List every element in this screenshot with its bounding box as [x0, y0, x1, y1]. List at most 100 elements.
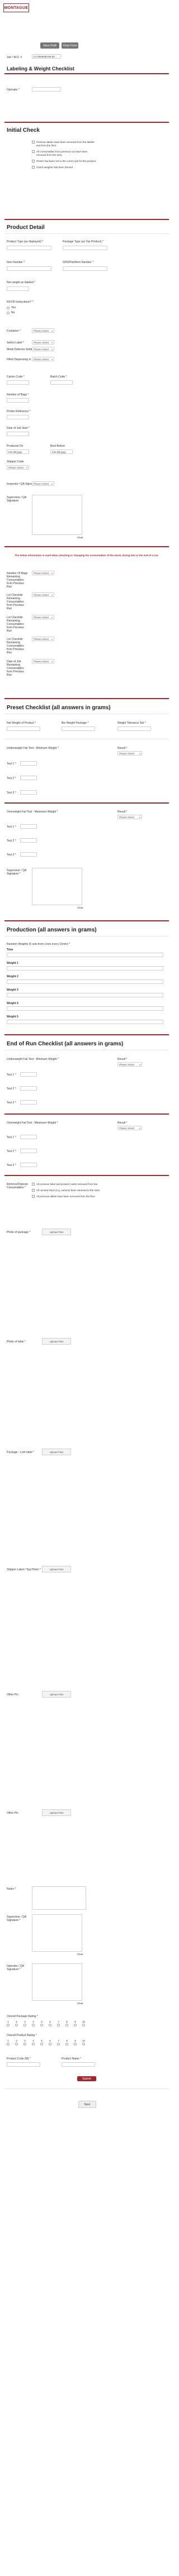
printer-reference-field[interactable] [7, 415, 29, 419]
weight-field[interactable] [7, 1006, 163, 1011]
container-select[interactable]: Please Select ▾ [32, 328, 54, 333]
rating-option[interactable]: 5 [40, 2039, 43, 2045]
weight-field[interactable] [7, 1020, 163, 1024]
radio[interactable] [32, 2024, 35, 2027]
operator-field[interactable] [32, 87, 61, 92]
radio[interactable] [82, 2024, 85, 2027]
rating-option[interactable]: 5 [40, 2020, 43, 2027]
radio[interactable] [7, 2024, 10, 2027]
batch-code-field[interactable] [50, 380, 73, 385]
rating-option[interactable]: 3 [23, 2039, 26, 2045]
signature-pad[interactable] [32, 1914, 82, 1952]
rating-option[interactable]: 9 [74, 2039, 77, 2045]
radio-yes[interactable]: Yes [7, 306, 16, 309]
shipper-code-select[interactable]: Please Select ▾ [7, 465, 29, 470]
rating-option[interactable]: 6 [49, 2039, 51, 2045]
test-field[interactable] [20, 1149, 37, 1153]
rating-option[interactable]: 7 [57, 2020, 60, 2027]
best-before-field[interactable]: mm-dd-yyyy [50, 450, 73, 454]
upload-button[interactable]: Upload Files [42, 1691, 71, 1698]
package-type-field[interactable] [63, 246, 107, 250]
underweight-result-select[interactable]: Please Select ▾ [117, 751, 142, 756]
radio[interactable] [40, 2043, 43, 2045]
product-type-field[interactable] [7, 246, 51, 250]
radio[interactable] [32, 2043, 35, 2045]
weight-field[interactable] [7, 979, 163, 984]
rating-option[interactable]: 6 [49, 2020, 51, 2027]
check-item[interactable]: Previous labels have been removed from t… [32, 141, 99, 147]
check-item[interactable]: Check weigher has been Zeroed [32, 166, 99, 169]
product-name-field[interactable] [62, 2062, 95, 2067]
checkbox[interactable] [32, 1189, 35, 1192]
produced-on-field[interactable]: mm-dd-yyyy [7, 450, 29, 454]
rating-option[interactable]: 2 [15, 2039, 18, 2045]
check-item[interactable]: All consumables from previous run have b… [32, 150, 99, 157]
product-code-field[interactable] [7, 2062, 40, 2067]
upload-button[interactable]: Upload Files [42, 1449, 71, 1455]
check-item[interactable]: Printer has been set to the correct job … [32, 160, 99, 163]
carton-code-field[interactable] [7, 380, 29, 385]
notes-textarea[interactable] [32, 1886, 86, 1910]
metal-detector-select[interactable]: Please Select ▾ [32, 347, 54, 351]
test-field[interactable] [20, 1163, 37, 1167]
radio[interactable] [57, 2024, 60, 2027]
radio[interactable] [7, 2043, 10, 2045]
radio[interactable] [7, 311, 10, 314]
test-field[interactable] [20, 838, 37, 843]
rating-option[interactable]: 4 [32, 2020, 35, 2027]
radio[interactable] [74, 2043, 77, 2045]
inspector-select[interactable]: Please Select ▾ [32, 481, 54, 486]
item-number-field[interactable] [7, 266, 51, 271]
checkbox[interactable] [32, 1195, 35, 1198]
consumable-select[interactable]: Please Select ▾ [32, 592, 54, 597]
upload-button[interactable]: Upload Files [42, 1809, 71, 1816]
consumable-select[interactable]: Please Select ▾ [32, 659, 54, 663]
job-field[interactable]: LC-0000000-00-00 [32, 54, 61, 59]
upload-button[interactable]: Upload Files [42, 1229, 71, 1235]
select-label-select[interactable]: Please Select ▾ [32, 340, 54, 345]
net-weight-product-field[interactable] [7, 727, 40, 731]
checkbox[interactable] [32, 141, 35, 144]
radio[interactable] [49, 2043, 51, 2045]
consumable-select[interactable]: Please Select ▾ [32, 571, 54, 575]
rating-option[interactable]: 1 [7, 2020, 10, 2027]
consumable-select[interactable]: Please Select ▾ [32, 637, 54, 641]
radio[interactable] [49, 2024, 51, 2027]
radio[interactable] [40, 2024, 43, 2027]
weight-field[interactable] [7, 993, 163, 997]
rating-option[interactable]: 8 [65, 2039, 68, 2045]
test-field[interactable] [20, 776, 37, 780]
upload-button[interactable]: Upload Files [42, 1566, 71, 1573]
filled-dispensing-select[interactable]: Please Select ▾ [32, 357, 54, 361]
check-item[interactable]: All unused stock (e.g. cartons) been ret… [32, 1189, 105, 1192]
net-weight-field[interactable] [7, 286, 29, 291]
rating-option[interactable]: 2 [15, 2020, 18, 2027]
rating-option[interactable]: 7 [57, 2039, 60, 2045]
clear-signature-button[interactable]: Clear [77, 906, 83, 909]
test-field[interactable] [20, 1072, 37, 1077]
eor-overweight-result-select[interactable]: Please Select ▾ [117, 1126, 142, 1130]
rating-option[interactable]: 4 [32, 2039, 35, 2045]
next-button[interactable]: Next [78, 2101, 96, 2108]
overweight-result-select[interactable]: Please Select ▾ [117, 815, 142, 819]
clear-form-button[interactable]: Clear Form [62, 42, 78, 49]
weight-field[interactable] [7, 966, 163, 971]
clear-signature-button[interactable]: Clear [77, 2002, 83, 2005]
radio[interactable] [15, 2043, 18, 2045]
signature-pad[interactable] [32, 495, 82, 535]
rating-option[interactable]: 10 [82, 2020, 85, 2027]
radio[interactable] [74, 2024, 77, 2027]
date-of-job-field[interactable] [7, 432, 29, 436]
rating-option[interactable]: 9 [74, 2020, 77, 2027]
radio[interactable] [65, 2043, 68, 2045]
radio[interactable] [23, 2024, 26, 2027]
test-field[interactable] [20, 852, 37, 857]
signature-pad[interactable] [32, 1963, 82, 2001]
ghs-item-field[interactable] [63, 266, 107, 271]
weight-tolerance-field[interactable] [117, 727, 151, 731]
rating-option[interactable]: 8 [65, 2020, 68, 2027]
clear-signature-button[interactable]: Clear [77, 536, 83, 539]
test-field[interactable] [20, 824, 37, 829]
test-field[interactable] [20, 790, 37, 795]
number-of-bags-field[interactable] [7, 398, 29, 403]
